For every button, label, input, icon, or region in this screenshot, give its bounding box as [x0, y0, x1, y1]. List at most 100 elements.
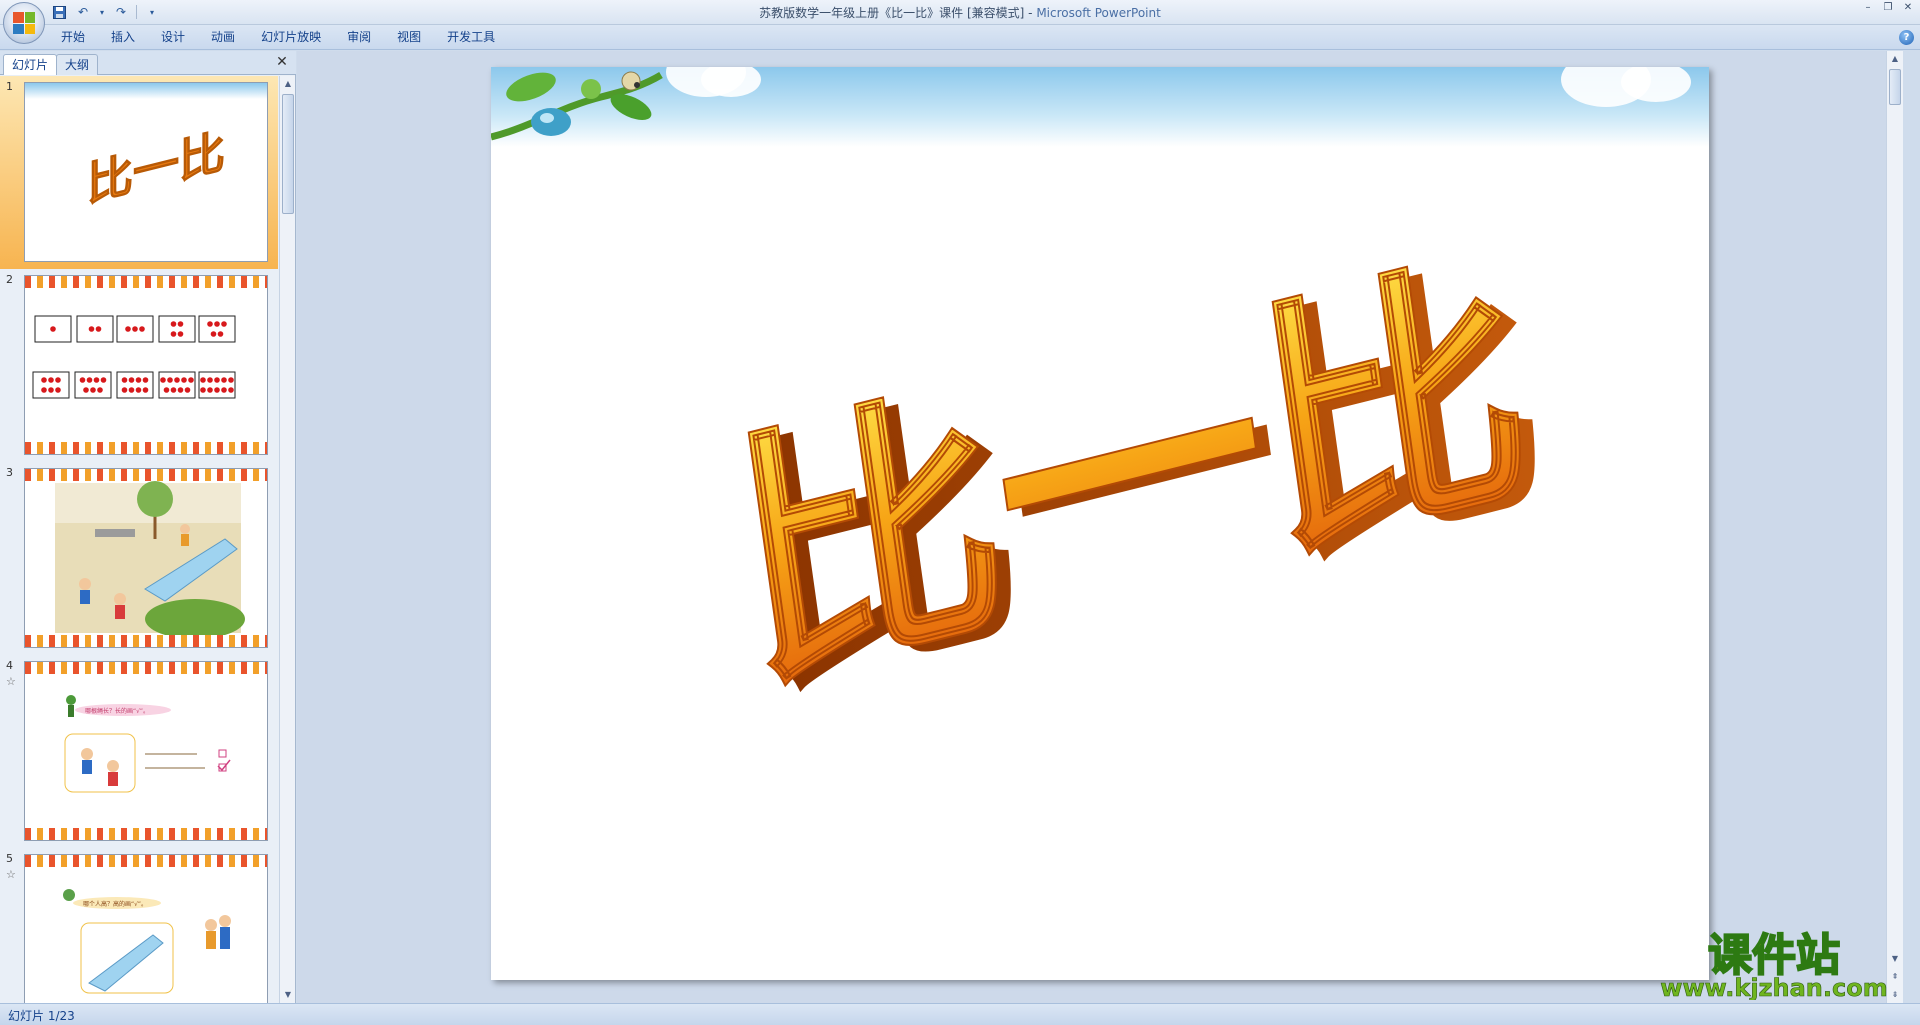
scrollbar-thumb[interactable] [1889, 69, 1901, 105]
dot-card [74, 371, 112, 399]
slide-thumbnail[interactable]: 比一比 [24, 82, 268, 262]
tab-slides[interactable]: 幻灯片 [3, 54, 58, 75]
red-dot [139, 326, 145, 332]
ribbon-tab[interactable]: 开始 [48, 25, 98, 50]
red-dot [125, 326, 131, 332]
office-button[interactable] [3, 2, 45, 44]
slide-number: 5 [6, 852, 13, 865]
slide-thumbnail[interactable]: 哪个人高？高的画“√”。 [24, 854, 268, 1003]
ribbon-tab-list: 开始 插入 设计 动画 幻灯片放映 审阅 视图 开发工具 [48, 25, 508, 50]
red-dot [55, 377, 61, 383]
window-title: 苏教版数学一年级上册《比一比》课件 [兼容模式] - Microsoft Pow… [0, 4, 1920, 21]
slide-thumbnails: 1 比一比 2 3 4 ☆ 哪根绳长？长的画“√”。 5 ☆ 哪个人高？高的画“… [0, 76, 278, 1003]
ribbon-tab[interactable]: 视图 [384, 25, 434, 50]
ribbon-tab[interactable]: 审阅 [334, 25, 384, 50]
thumbnail-row-4[interactable]: 4 ☆ 哪根绳长？长的画“√”。 [0, 655, 278, 848]
scroll-down-icon[interactable]: ▼ [280, 987, 296, 1003]
window-controls: – ❐ ✕ [1862, 2, 1914, 14]
red-dot [210, 331, 217, 337]
office-logo-icon [13, 12, 35, 34]
ribbon-tab[interactable]: 开发工具 [434, 25, 508, 50]
red-dot [177, 331, 184, 337]
app-name: Microsoft PowerPoint [1036, 6, 1161, 20]
red-dot [86, 377, 93, 383]
red-dot [163, 387, 170, 393]
close-panel-icon[interactable]: ✕ [274, 54, 290, 70]
slide-number: 1 [6, 80, 13, 93]
editor-scrollbar[interactable]: ▲ ▼ ⇞ ⇟ [1886, 51, 1903, 1003]
slide-thumbnail[interactable]: 哪根绳长？长的画“√”。 [24, 661, 268, 841]
ribbon-tab[interactable]: 动画 [198, 25, 248, 50]
document-title: 苏教版数学一年级上册《比一比》课件 [兼容模式] - [759, 6, 1037, 20]
dot-card [116, 371, 154, 399]
slide-counter: 幻灯片 1/23 [8, 1009, 75, 1023]
slide-thumbnail[interactable] [24, 275, 268, 455]
thumbnail-row-3[interactable]: 3 [0, 462, 278, 655]
red-dot [48, 377, 54, 383]
rope-question-art: 哪根绳长？长的画“√”。 [64, 695, 231, 793]
slide-title-text: 比一比 [716, 219, 1546, 731]
animation-star-icon: ☆ [6, 868, 16, 881]
slide-number: 3 [6, 466, 13, 479]
status-bar: 幻灯片 1/23 [0, 1003, 1920, 1025]
slide-number: 4 [6, 659, 13, 672]
red-dot [221, 321, 227, 327]
red-dot [207, 377, 213, 383]
title-bar: ↶ ▾ ↷ ▾ 苏教版数学一年级上册《比一比》课件 [兼容模式] - Micro… [0, 0, 1920, 44]
thumbnail-row-5[interactable]: 5 ☆ 哪个人高？高的画“√”。 [0, 848, 278, 1003]
red-dot [200, 387, 206, 393]
flower-border-bottom [25, 635, 267, 647]
thumbnail-title-art: 比一比 [87, 124, 226, 214]
slide-number: 2 [6, 273, 13, 286]
help-icon[interactable]: ? [1899, 30, 1914, 45]
red-dot [97, 387, 103, 393]
thumbnail-row-1[interactable]: 1 比一比 [0, 76, 278, 269]
current-slide[interactable]: 比一比 比一比 [491, 67, 1709, 980]
height-question-art: 哪个人高？高的画“√”。 [63, 889, 231, 994]
red-dot [48, 387, 54, 393]
height-question-text: 哪个人高？高的画“√”。 [83, 900, 147, 908]
red-dot [170, 321, 177, 327]
dot-card [158, 315, 196, 343]
thumbnail-row-2[interactable]: 2 [0, 269, 278, 462]
red-dot [95, 326, 102, 332]
red-dot [128, 377, 135, 383]
dot-card [158, 371, 196, 399]
watermark-logo: 课件站 www.kjzhan.com [1654, 926, 1894, 1002]
red-dot [83, 387, 89, 393]
slide-thumbnail[interactable] [24, 468, 268, 648]
red-dot [170, 331, 177, 337]
red-dot [41, 387, 47, 393]
red-dot [132, 326, 138, 332]
slide-title-art: 比一比 比一比 [715, 218, 1561, 737]
red-dot [228, 387, 234, 393]
ribbon-tab[interactable]: 设计 [148, 25, 198, 50]
red-dot [135, 377, 142, 383]
ribbon-tab[interactable]: 插入 [98, 25, 148, 50]
scrollbar-thumb[interactable] [282, 94, 294, 214]
red-dot [93, 377, 100, 383]
animation-star-icon: ☆ [6, 675, 16, 688]
tab-outline[interactable]: 大纲 [56, 54, 99, 75]
ribbon-tab[interactable]: 幻灯片放映 [248, 25, 334, 50]
rope-question-text: 哪根绳长？长的画“√”。 [85, 707, 149, 715]
red-dot [170, 387, 177, 393]
ribbon-tabs: 开始 插入 设计 动画 幻灯片放映 审阅 视图 开发工具 ? [0, 25, 1920, 50]
close-icon[interactable]: ✕ [1902, 2, 1914, 14]
red-dot [88, 326, 95, 332]
restore-icon[interactable]: ❐ [1882, 2, 1894, 14]
red-dot [55, 387, 61, 393]
red-dot [121, 377, 128, 383]
red-dot [214, 387, 220, 393]
playground-illustration [55, 481, 245, 639]
dot-cards [32, 315, 236, 399]
red-dot [221, 377, 227, 383]
scroll-up-icon[interactable]: ▲ [280, 76, 296, 92]
thumbnail-scrollbar[interactable]: ▲ ▼ [279, 76, 295, 1003]
red-dot [142, 387, 149, 393]
red-dot [228, 377, 234, 383]
red-dot [160, 377, 166, 383]
minimize-icon[interactable]: – [1862, 2, 1874, 14]
dot-card [116, 315, 154, 343]
scroll-up-icon[interactable]: ▲ [1887, 51, 1903, 67]
